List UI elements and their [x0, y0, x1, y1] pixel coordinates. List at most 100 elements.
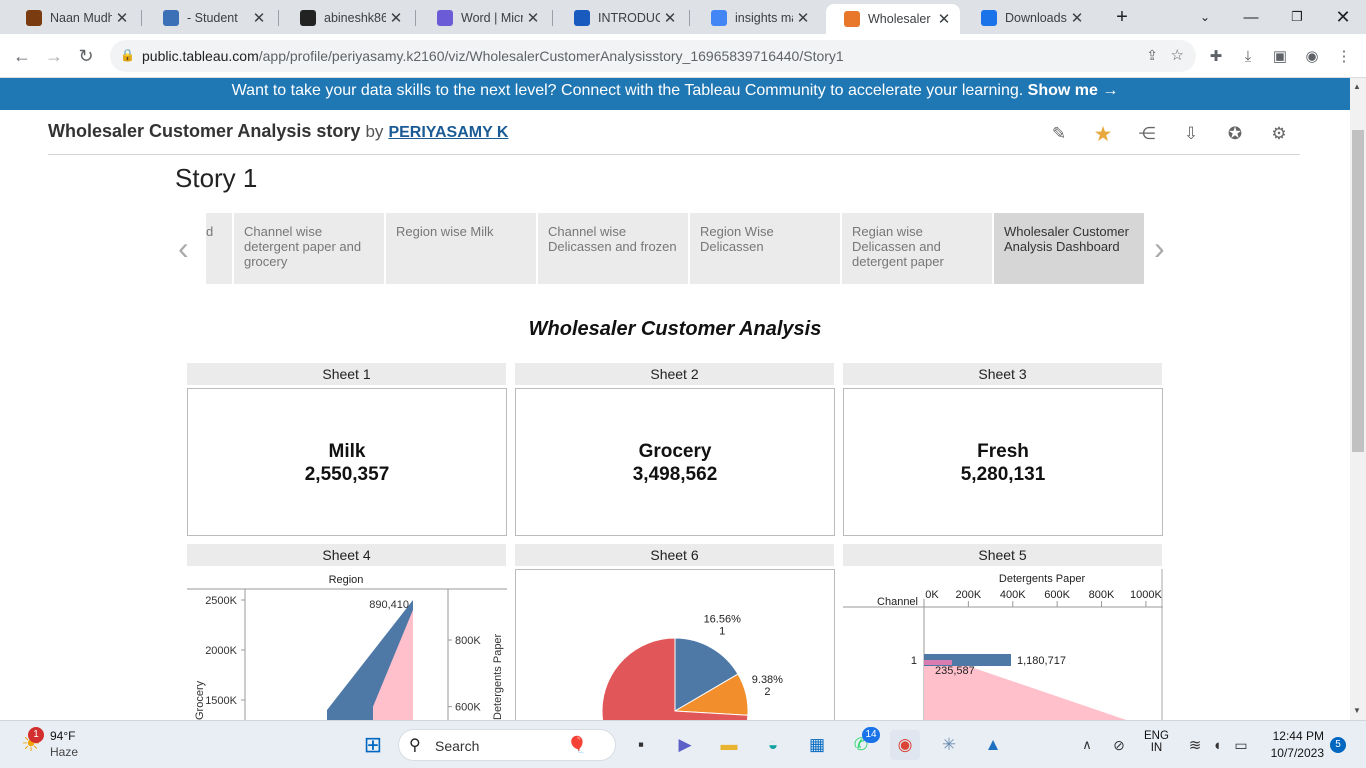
scroll-thumb[interactable] — [1352, 130, 1364, 452]
close-window-icon[interactable]: ✕ — [1320, 0, 1366, 34]
settings-gear-icon[interactable]: ⚙ — [1267, 122, 1291, 146]
url-host: public.tableau.com — [142, 48, 259, 64]
profile-avatar[interactable]: ◉ — [1298, 42, 1326, 70]
clock[interactable]: 12:44 PM 10/7/2023 — [1262, 729, 1324, 760]
story-point[interactable]: Region wise Milk — [386, 213, 536, 284]
forward-icon[interactable]: → — [40, 42, 68, 70]
taskbar-search-box[interactable]: ⚲ Search 🎈 — [398, 729, 616, 761]
tab-search-icon[interactable]: ⌄ — [1182, 0, 1228, 34]
tray-overflow-icon[interactable]: ∧ — [1072, 730, 1102, 760]
region-area-chart[interactable]: Region 2500K 2000K 1500K 800K 600K 890,410 Groc… — [187, 569, 507, 720]
new-tab-button[interactable]: + — [1099, 0, 1145, 34]
word-icon — [574, 10, 590, 26]
download-icon[interactable]: ⇩ — [1179, 122, 1203, 146]
close-tab-icon[interactable]: ✕ — [523, 9, 543, 27]
browser-tab[interactable]: - Student ✕ — [145, 4, 275, 32]
tab-title: Naan Mudhalv — [50, 11, 112, 25]
kpi-card-milk[interactable]: Milk 2,550,357 — [187, 388, 507, 536]
x-tick-label: 400K — [1000, 589, 1026, 601]
teams-icon[interactable]: ▶ — [670, 730, 700, 760]
pie-chart[interactable]: 16.56%1 9.38%2 — [516, 570, 835, 720]
x-tick-label: 800K — [1089, 589, 1115, 601]
browser-tab[interactable]: abineshk863✕ — [282, 4, 412, 32]
story-point[interactable]: Channel wise detergent paper and grocery — [234, 213, 384, 284]
story-next-icon[interactable]: › — [1154, 230, 1165, 267]
badge-icon[interactable]: ✪ — [1223, 122, 1247, 146]
menu-icon[interactable]: ⋮ — [1330, 42, 1358, 70]
edit-icon[interactable]: ✎ — [1047, 122, 1071, 146]
category-label: 1 — [911, 655, 917, 667]
start-windows-icon[interactable]: ⊞ — [358, 730, 388, 760]
notification-badge[interactable]: 5 — [1330, 737, 1346, 753]
author-link[interactable]: PERIYASAMY K — [388, 124, 508, 141]
chrome-icon[interactable]: ◉ — [890, 730, 920, 760]
download-icon[interactable]: ⤓ — [1234, 42, 1262, 70]
close-tab-icon[interactable]: ✕ — [1067, 9, 1087, 27]
community-banner: Want to take your data skills to the nex… — [0, 78, 1350, 110]
share-icon[interactable]: ⇪ — [1146, 47, 1158, 64]
show-me-link[interactable]: Show me → — [1028, 82, 1119, 99]
photos-icon[interactable]: ▲ — [978, 730, 1008, 760]
sheet-5-chart[interactable]: Detergents Paper Channel 0K 200K 400K 600K 800… — [843, 569, 1163, 720]
minimize-icon[interactable]: — — [1228, 0, 1274, 34]
kpi-label: Milk — [328, 441, 366, 462]
story-point[interactable]: d — [206, 213, 232, 284]
browser-tab[interactable]: Downloads ✕ — [963, 4, 1093, 32]
close-tab-icon[interactable]: ✕ — [793, 9, 813, 27]
close-tab-icon[interactable]: ✕ — [386, 9, 406, 27]
kpi-card-fresh[interactable]: Fresh 5,280,131 — [843, 388, 1163, 536]
x-tick-label: 600K — [1044, 589, 1070, 601]
slice-label: 16.56% — [704, 614, 742, 626]
sheet-6-chart[interactable]: 16.56% 1 9.38% 2 — [515, 569, 835, 720]
kpi-value: 3,498,562 — [632, 464, 718, 485]
page-scrollbar[interactable]: ▲ ▼ — [1350, 78, 1366, 720]
battery-icon[interactable]: ▭ — [1226, 730, 1256, 760]
sheet-1-header: Sheet 1 — [187, 363, 506, 385]
close-tab-icon[interactable]: ✕ — [112, 9, 132, 27]
search-highlight-icon: 🎈 — [567, 737, 587, 754]
sheet-5-header: Sheet 5 — [843, 544, 1162, 566]
story-point[interactable]: Wholesaler Customer Analysis Dashboard — [994, 213, 1144, 284]
bookmark-star-icon[interactable]: ☆ — [1171, 46, 1184, 64]
github-icon — [300, 10, 316, 26]
language-indicator[interactable]: ENG IN — [1144, 730, 1169, 754]
close-tab-icon[interactable]: ✕ — [660, 9, 680, 27]
kpi-card-grocery[interactable]: Grocery 3,498,562 — [515, 388, 835, 536]
browser-tab[interactable]: Word | Micro✕ — [419, 4, 549, 32]
scroll-down-icon[interactable]: ▼ — [1353, 706, 1361, 715]
back-icon[interactable]: ← — [8, 42, 36, 70]
x-tick-label: 200K — [956, 589, 982, 601]
browser-tab[interactable]: INTRODUCTI✕ — [556, 4, 686, 32]
tab-separator — [415, 10, 416, 26]
tab-title: Wholesaler C — [868, 12, 934, 26]
task-view-icon[interactable]: ▪ — [626, 730, 656, 760]
share-icon[interactable]: ⋲ — [1135, 122, 1159, 146]
clock-time: 12:44 PM — [1272, 729, 1324, 743]
detergents-bar-chart[interactable]: Detergents Paper Channel 0K 200K 400K 600K 800… — [843, 569, 1163, 720]
slice-sub-label: 2 — [764, 686, 770, 698]
tableau-app-icon[interactable]: ✳ — [934, 730, 964, 760]
story-point[interactable]: Channel wise Delicassen and frozen — [538, 213, 688, 284]
story-point[interactable]: Region Wise Delicassen — [690, 213, 840, 284]
reload-icon[interactable]: ↻ — [72, 42, 100, 70]
search-icon: ⚲ — [409, 737, 421, 754]
network-off-icon[interactable]: ⊘ — [1104, 730, 1134, 760]
restore-icon[interactable]: ❐ — [1274, 0, 1320, 34]
story-prev-icon[interactable]: ‹ — [178, 230, 189, 267]
url-field[interactable]: 🔒 public.tableau.com/app/profile/periyas… — [110, 40, 1196, 72]
extensions-icon[interactable]: ✚ — [1202, 42, 1230, 70]
browser-tab[interactable]: Wholesaler C✕ — [826, 4, 960, 34]
browser-tab[interactable]: Naan Mudhalv✕ — [8, 4, 138, 32]
banner-text: Want to take your data skills to the nex… — [231, 82, 1024, 99]
side-panel-icon[interactable]: ▣ — [1266, 42, 1294, 70]
sheet-4-chart[interactable]: Region 2500K 2000K 1500K 800K 600K 890,410 Groc… — [187, 569, 507, 720]
favorite-star-icon[interactable]: ★ — [1091, 122, 1115, 146]
browser-tab[interactable]: insights mark✕ — [693, 4, 819, 32]
scroll-up-icon[interactable]: ▲ — [1353, 82, 1361, 91]
story-point[interactable]: Regian wise Delicassen and detergent pap… — [842, 213, 992, 284]
close-tab-icon[interactable]: ✕ — [249, 9, 269, 27]
edge-icon[interactable]: ◒ — [758, 730, 788, 760]
file-explorer-icon[interactable]: ▬ — [714, 730, 744, 760]
store-icon[interactable]: ▦ — [802, 730, 832, 760]
close-tab-icon[interactable]: ✕ — [934, 10, 954, 28]
